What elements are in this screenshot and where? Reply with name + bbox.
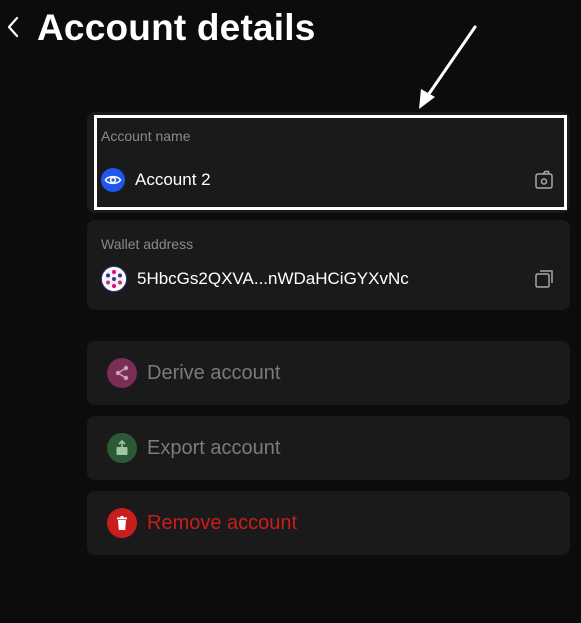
account-name-value: Account 2 xyxy=(135,170,211,189)
copy-icon[interactable] xyxy=(532,267,556,291)
wallet-address-card: Wallet address 5HbcGs2QXVA...nWDaHCiGYXv… xyxy=(87,220,570,310)
account-name-label: Account name xyxy=(101,128,191,144)
chevron-left-icon xyxy=(7,16,19,38)
export-account-label: Export account xyxy=(147,436,281,459)
derive-account-button[interactable]: Derive account xyxy=(87,341,570,405)
trash-icon xyxy=(107,508,137,538)
account-name-row: Account 2 xyxy=(101,168,556,192)
page-title: Account details xyxy=(37,7,316,48)
remove-account-label: Remove account xyxy=(147,511,298,534)
wallet-address-value: 5HbcGs2QXVA...nWDaHCiGYXvNc xyxy=(137,269,409,288)
derive-account-label: Derive account xyxy=(147,361,281,384)
edit-icon[interactable] xyxy=(532,168,556,192)
wallet-address-label: Wallet address xyxy=(101,236,194,252)
polkadot-identicon xyxy=(101,266,127,292)
export-icon xyxy=(107,433,137,463)
remove-account-button[interactable]: Remove account xyxy=(87,491,570,555)
share-icon xyxy=(107,358,137,388)
annotation-arrow-icon xyxy=(419,25,477,109)
eye-icon[interactable] xyxy=(101,168,125,192)
account-details-page: Account details Account name Account 2 W… xyxy=(0,0,581,623)
back-button[interactable] xyxy=(0,10,26,44)
account-name-card: Account name Account 2 xyxy=(87,112,570,213)
wallet-address-row: 5HbcGs2QXVA...nWDaHCiGYXvNc xyxy=(101,266,556,292)
export-account-button[interactable]: Export account xyxy=(87,416,570,480)
